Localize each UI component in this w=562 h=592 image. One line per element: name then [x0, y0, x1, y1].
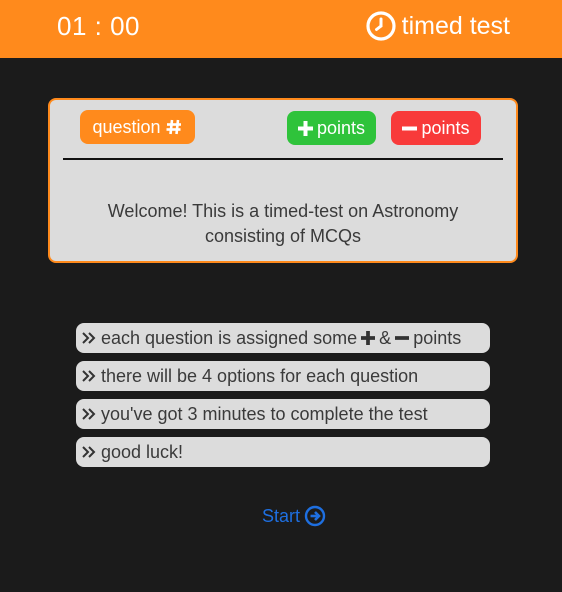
plus-icon [297, 120, 313, 136]
start-button[interactable]: Start [262, 505, 326, 527]
question-label: question [92, 116, 161, 137]
instructions-list: each question is assigned some & points … [76, 323, 490, 475]
app-title: timed test [401, 12, 510, 40]
list-item: you've got 3 minutes to complete the tes… [76, 399, 490, 429]
double-chevron-right-icon [82, 408, 96, 420]
minus-points-label: points [421, 117, 470, 138]
question-card: question points points Welcome! This is … [48, 98, 518, 263]
list-item: each question is assigned some & points [76, 323, 490, 353]
double-chevron-right-icon [82, 332, 96, 344]
plus-points-label: points [316, 117, 366, 138]
welcome-text: Welcome! This is a timed-test on Astrono… [107, 201, 459, 246]
hash-icon [166, 119, 181, 135]
card-divider [63, 158, 503, 160]
plus-points-badge: points [287, 111, 376, 145]
timer: 01 : 00 [57, 11, 141, 41]
double-chevron-right-icon [82, 370, 96, 382]
list-item-text: points [413, 327, 462, 348]
minus-icon [402, 126, 418, 130]
clock-icon [366, 11, 396, 41]
list-item-text: you've got 3 minutes to complete the tes… [101, 403, 428, 424]
start-label: Start [262, 506, 301, 526]
minus-points-badge: points [391, 111, 481, 145]
arrow-circle-right-icon [304, 505, 326, 527]
header-bar: 01 : 00 timed test [0, 0, 562, 58]
app-brand: timed test [366, 11, 510, 41]
list-item: good luck! [76, 437, 490, 467]
plus-icon [361, 331, 376, 345]
list-item: there will be 4 options for each questio… [76, 361, 490, 391]
minus-icon [395, 336, 410, 340]
list-item-text: & [379, 327, 392, 348]
list-item-text: there will be 4 options for each questio… [101, 365, 419, 386]
double-chevron-right-icon [82, 446, 96, 458]
list-item-text: good luck! [101, 441, 184, 462]
list-item-text: each question is assigned some [101, 327, 358, 348]
question-number-badge: question [80, 110, 195, 144]
